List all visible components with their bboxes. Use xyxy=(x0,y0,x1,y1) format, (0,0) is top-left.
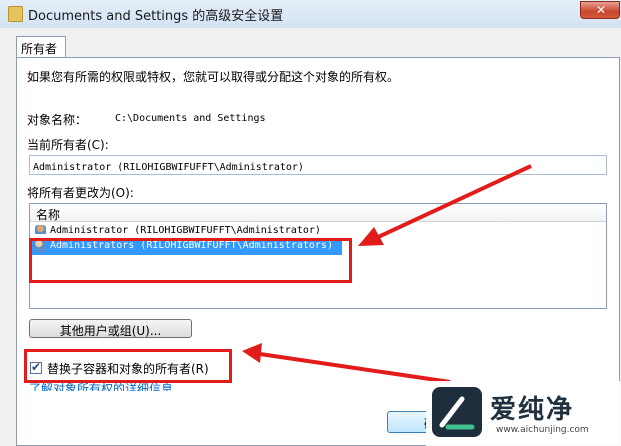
current-owner-label: 当前所有者(C): xyxy=(27,138,109,152)
user-icon xyxy=(35,225,46,234)
brand-name: 爱纯净 xyxy=(490,395,575,425)
folder-icon xyxy=(8,6,23,22)
intro-text: 如果您有所需的权限或特权，您就可以取得或分配这个对象的所有权。 xyxy=(27,70,400,84)
brand-logo-icon xyxy=(432,387,482,437)
annotation-box-list xyxy=(29,238,352,283)
close-icon: ✕ xyxy=(596,3,607,17)
list-item-label: Administrator (RILOHIGBWIFUFFT\Administr… xyxy=(50,225,321,234)
close-button[interactable]: ✕ xyxy=(580,1,620,19)
current-owner-field: Administrator (RILOHIGBWIFUFFT\Administr… xyxy=(29,155,607,175)
current-owner-value: Administrator (RILOHIGBWIFUFFT\Administr… xyxy=(33,162,304,173)
tab-owner[interactable]: 所有者 xyxy=(16,36,66,58)
list-item[interactable]: Administrator (RILOHIGBWIFUFFT\Administr… xyxy=(32,223,604,234)
brand-url: www.aichunjing.com xyxy=(496,425,589,435)
other-users-button[interactable]: 其他用户或组(U)... xyxy=(29,319,192,338)
object-name-value: C:\Documents and Settings xyxy=(115,113,266,124)
annotation-box-checkbox xyxy=(24,349,232,383)
watermark: 爱纯净 www.aichunjing.com xyxy=(426,381,621,446)
title-bar: Documents and Settings 的高级安全设置 ✕ xyxy=(0,0,621,28)
object-name-label: 对象名称： xyxy=(27,113,88,127)
window-title: Documents and Settings 的高级安全设置 xyxy=(28,9,284,24)
list-header-name[interactable]: 名称 xyxy=(30,204,606,222)
change-owner-label: 将所有者更改为(O): xyxy=(27,186,134,200)
